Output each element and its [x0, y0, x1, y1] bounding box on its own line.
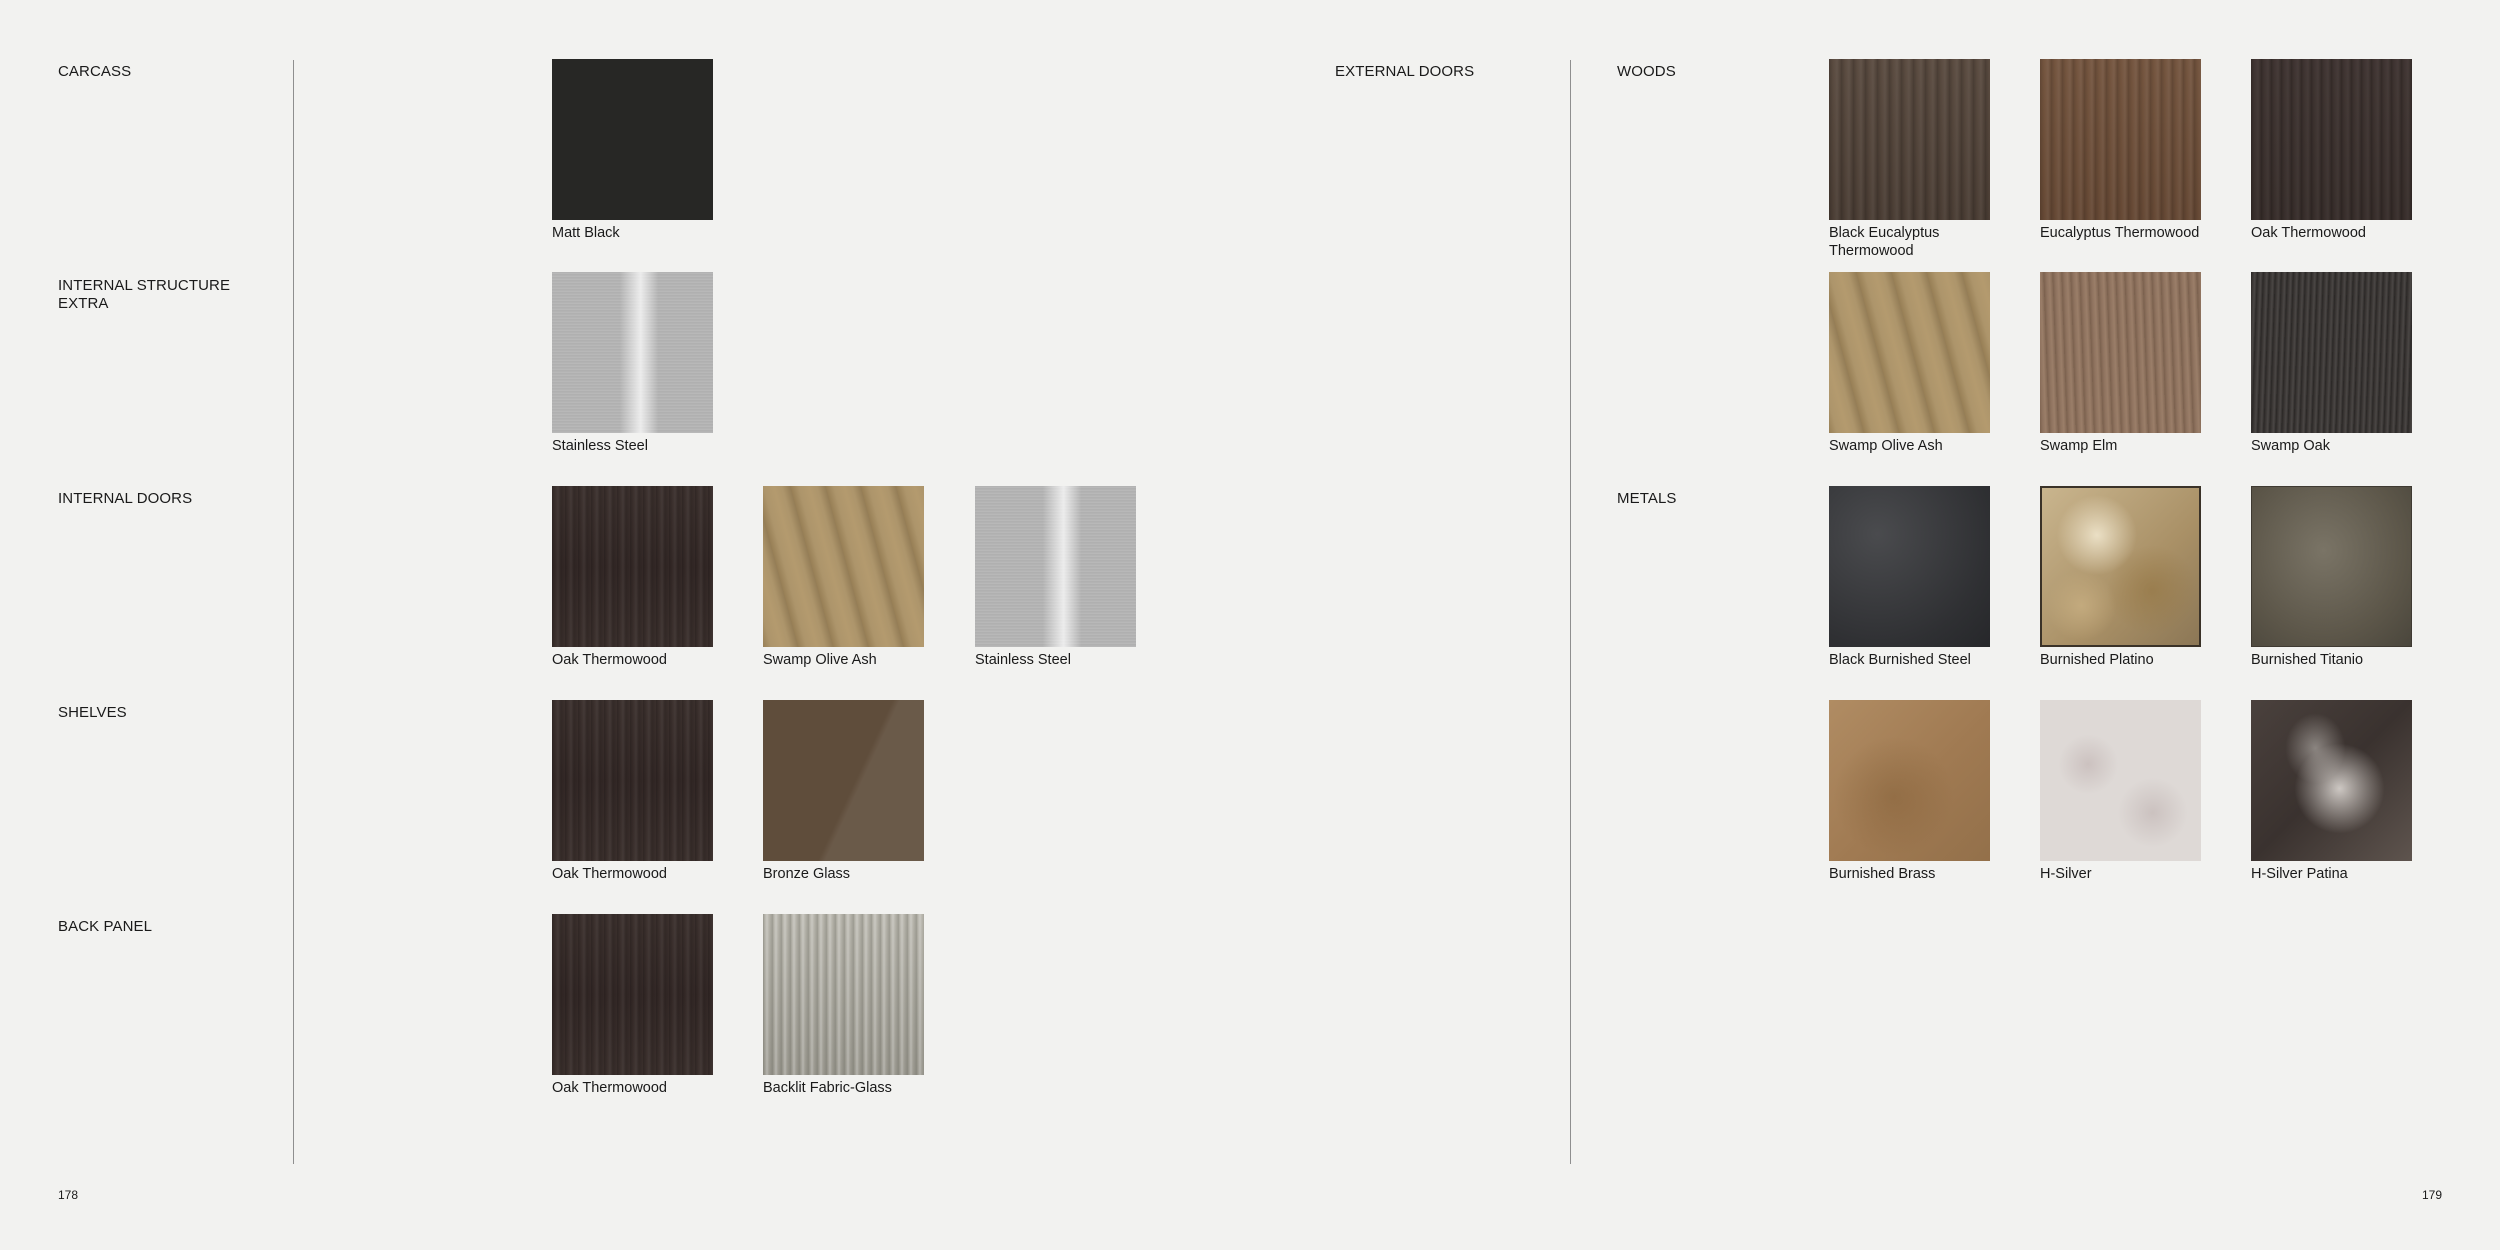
- swatch-label: Backlit Fabric-Glass: [763, 1080, 892, 1096]
- swatch-label: Black Eucalyptus Thermowood: [1829, 225, 1940, 259]
- swatch-back-panel-oak[interactable]: Oak Thermowood: [552, 914, 713, 1097]
- section-title-internal-doors: INTERNAL DOORS: [58, 490, 193, 507]
- swatch-internal-doors-olive-ash[interactable]: Swamp Olive Ash: [763, 486, 924, 669]
- swatch-label: Oak Thermowood: [2251, 225, 2366, 241]
- swatch-metal-h-silver-patina[interactable]: H-Silver Patina: [2251, 700, 2412, 883]
- swatch-metal-h-silver[interactable]: H-Silver: [2040, 700, 2201, 883]
- group-title-woods: WOODS: [1617, 63, 1676, 80]
- material-chip: [763, 914, 924, 1075]
- swatch-metal-burnished-platino[interactable]: Burnished Platino: [2040, 486, 2201, 669]
- swatch-wood-swamp-oak[interactable]: Swamp Oak: [2251, 272, 2412, 455]
- material-chip: [1829, 59, 1990, 220]
- swatch-internal-doors-oak[interactable]: Oak Thermowood: [552, 486, 713, 669]
- swatch-shelves-bronze-glass[interactable]: Bronze Glass: [763, 700, 924, 883]
- material-chip: [2040, 486, 2201, 647]
- left-page: CARCASS INTERNAL STRUCTURE EXTRA INTERNA…: [0, 0, 1250, 1250]
- swatch-label: H-Silver: [2040, 866, 2092, 882]
- section-title-back-panel: BACK PANEL: [58, 918, 153, 935]
- swatch-label: Burnished Brass: [1829, 866, 1936, 882]
- swatch-label: Burnished Platino: [2040, 652, 2154, 668]
- swatch-label: H-Silver Patina: [2251, 866, 2348, 882]
- material-chip: [2040, 700, 2201, 861]
- swatch-internal-doors-steel[interactable]: Stainless Steel: [975, 486, 1136, 669]
- material-chip: [975, 486, 1136, 647]
- swatch-label: Oak Thermowood: [552, 652, 667, 668]
- material-chip: [1829, 272, 1990, 433]
- swatch-label: Oak Thermowood: [552, 866, 667, 882]
- material-chip: [2251, 272, 2412, 433]
- left-divider: [293, 60, 294, 1164]
- group-title-metals: METALS: [1617, 490, 1677, 507]
- material-chip: [552, 914, 713, 1075]
- section-title-internal-structure: INTERNAL STRUCTURE EXTRA: [58, 277, 231, 312]
- material-chip: [763, 700, 924, 861]
- swatch-label: Bronze Glass: [763, 866, 851, 882]
- swatch-metal-black-burnished-steel[interactable]: Black Burnished Steel: [1829, 486, 1990, 669]
- material-chip: [2040, 272, 2201, 433]
- material-chip: [1829, 700, 1990, 861]
- section-title-shelves: SHELVES: [58, 704, 127, 721]
- swatch-label: Eucalyptus Thermowood: [2040, 225, 2200, 241]
- swatch-carcass-matt-black[interactable]: Matt Black: [552, 59, 713, 242]
- swatch-label: Swamp Olive Ash: [763, 652, 877, 668]
- swatch-label: Matt Black: [552, 225, 620, 241]
- material-chip: [2251, 59, 2412, 220]
- swatch-label: Swamp Oak: [2251, 438, 2330, 454]
- swatch-back-panel-backlit[interactable]: Backlit Fabric-Glass: [763, 914, 924, 1097]
- material-chip: [552, 59, 713, 220]
- material-chip: [552, 486, 713, 647]
- page-number-left: 178: [58, 1188, 79, 1202]
- swatch-label: Stainless Steel: [552, 438, 648, 454]
- swatch-label: Stainless Steel: [975, 652, 1071, 668]
- material-chip: [2251, 700, 2412, 861]
- swatch-label: Oak Thermowood: [552, 1080, 667, 1096]
- material-chip: [1829, 486, 1990, 647]
- swatch-metal-burnished-brass[interactable]: Burnished Brass: [1829, 700, 1990, 883]
- swatch-shelves-oak[interactable]: Oak Thermowood: [552, 700, 713, 883]
- material-chip: [552, 272, 713, 433]
- swatch-label: Swamp Olive Ash: [1829, 438, 1943, 454]
- swatch-label: Black Burnished Steel: [1829, 652, 1971, 668]
- material-chip: [2251, 486, 2412, 647]
- swatch-label: Swamp Elm: [2040, 438, 2118, 454]
- swatch-metal-burnished-titanio[interactable]: Burnished Titanio: [2251, 486, 2412, 669]
- swatch-internal-structure-steel[interactable]: Stainless Steel: [552, 272, 713, 455]
- swatch-wood-swamp-elm[interactable]: Swamp Elm: [2040, 272, 2201, 455]
- swatch-wood-swamp-olive-ash[interactable]: Swamp Olive Ash: [1829, 272, 1990, 455]
- material-chip: [2040, 59, 2201, 220]
- section-title-carcass: CARCASS: [58, 63, 132, 80]
- right-page: WOODS METALS Black Eucalyptus Thermowood…: [1250, 0, 2500, 1250]
- material-chip: [552, 700, 713, 861]
- material-chip: [763, 486, 924, 647]
- swatch-wood-oak-thermowood[interactable]: Oak Thermowood: [2251, 59, 2412, 242]
- swatch-wood-eucalyptus-thermowood[interactable]: Eucalyptus Thermowood: [2040, 59, 2201, 242]
- swatch-wood-black-eucalyptus[interactable]: Black Eucalyptus Thermowood: [1829, 59, 1990, 260]
- swatch-label: Burnished Titanio: [2251, 652, 2364, 668]
- page-number-right: 179: [2422, 1188, 2443, 1202]
